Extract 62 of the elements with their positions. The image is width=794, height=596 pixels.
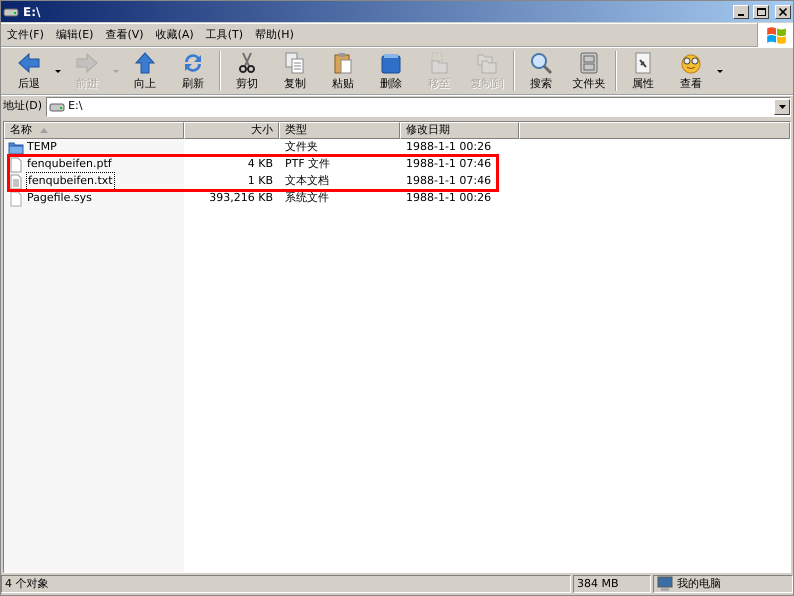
menu-item[interactable]: 文件(F)	[1, 26, 50, 44]
menu-item[interactable]: 编辑(E)	[50, 26, 100, 44]
file-type: 文件夹	[285, 140, 318, 154]
menu-item[interactable]: 查看(V)	[99, 26, 150, 44]
close-icon	[779, 8, 787, 16]
file-size: 393,216 KB	[209, 191, 273, 204]
address-field[interactable]: E:\	[46, 96, 791, 116]
file-date: 1988-1-1 07:46	[406, 174, 492, 188]
status-text: 384 MB	[573, 575, 651, 593]
file-size: 4 KB	[248, 157, 273, 170]
status-text: 4 个对象	[1, 575, 571, 593]
toolbar-button[interactable]: 粘贴	[319, 49, 367, 93]
file-date: 1988-1-1 00:26	[406, 191, 492, 204]
dropdown-caret-icon	[778, 104, 786, 108]
file-date: 1988-1-1 07:46	[406, 157, 492, 170]
toolbar-button[interactable]: 刷新	[169, 49, 217, 93]
toolbar-button[interactable]: 文件夹	[565, 49, 613, 93]
toolbar-button[interactable]: 查看	[667, 49, 715, 93]
address-label: 地址(D)	[3, 98, 42, 114]
flag-logo-icon	[764, 25, 786, 45]
column-header[interactable]: 大小	[184, 122, 279, 139]
menu-item[interactable]: 工具(T)	[200, 26, 249, 44]
toolbar-button[interactable]: 后退	[5, 49, 53, 93]
toolbar-button[interactable]: 删除	[367, 49, 415, 93]
toolbar-button[interactable]: 向上	[121, 49, 169, 93]
dropdown-caret-icon[interactable]	[55, 70, 61, 72]
file-type: PTF 文件	[285, 157, 330, 170]
menu-item[interactable]: 收藏(A)	[150, 26, 200, 44]
dropdown-caret-icon[interactable]	[717, 70, 723, 72]
menu-item[interactable]: 帮助(H)	[249, 26, 300, 44]
maximize-button[interactable]	[753, 4, 769, 18]
toolbar-button[interactable]: 属性	[619, 49, 667, 93]
text-file-icon	[8, 174, 24, 190]
forward-arrow-icon	[75, 51, 99, 76]
window-title: E:\	[23, 4, 40, 20]
toolbar-button[interactable]: 剪切	[223, 49, 271, 93]
minimize-button[interactable]	[733, 4, 749, 18]
up-arrow-icon	[133, 51, 157, 76]
file-name[interactable]: Pagefile.sys	[27, 190, 92, 207]
file-size: 1 KB	[248, 174, 273, 188]
maximize-icon	[756, 8, 766, 16]
zone-label: 我的电脑	[677, 576, 721, 592]
computer-icon	[657, 576, 673, 592]
file-name[interactable]: TEMP	[27, 139, 57, 156]
toolbar-button[interactable]: 复制	[271, 49, 319, 93]
column-header[interactable]: 类型	[279, 122, 400, 139]
folder-icon	[8, 140, 24, 156]
toolbar-button[interactable]: 搜索	[517, 49, 565, 93]
file-icon	[8, 190, 24, 206]
file-name[interactable]: fenqubeifen.ptf	[27, 156, 112, 173]
file-type: 文本文档	[285, 174, 329, 188]
back-arrow-icon	[17, 51, 41, 76]
file-type: 系统文件	[285, 191, 329, 204]
column-header[interactable]: 名称	[4, 122, 184, 139]
search-icon	[529, 51, 553, 76]
file-icon	[8, 156, 24, 172]
delete-folder-icon	[379, 51, 403, 76]
file-name[interactable]: fenqubeifen.txt	[27, 173, 114, 190]
file-date: 1988-1-1 00:26	[406, 140, 492, 154]
close-button[interactable]	[775, 4, 791, 18]
minimize-icon	[738, 14, 744, 16]
column-header[interactable]: 修改日期	[400, 122, 519, 139]
